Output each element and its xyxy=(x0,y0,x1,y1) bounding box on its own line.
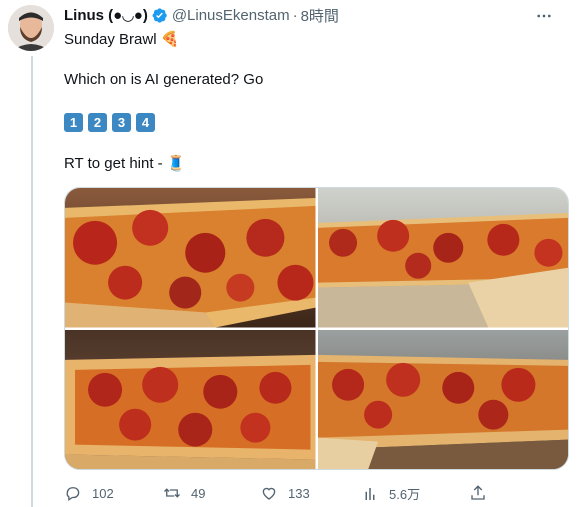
share-button[interactable] xyxy=(469,484,487,502)
views-count: 5.6万 xyxy=(389,487,421,502)
author-handle[interactable]: @LinusEkenstam xyxy=(172,7,290,24)
avatar[interactable] xyxy=(8,5,54,51)
keycap-3: 3 xyxy=(112,113,131,132)
retweet-button[interactable]: 49 xyxy=(163,484,205,502)
tweet-text-line-1: Sunday Brawl 🍕 xyxy=(64,31,180,48)
media-image-2[interactable] xyxy=(317,188,568,328)
retweet-icon xyxy=(164,488,180,498)
media-image-4[interactable] xyxy=(317,329,568,469)
author-name[interactable]: Linus (●◡●) xyxy=(64,6,148,24)
keycap-4: 4 xyxy=(136,113,155,132)
tweet-text-line-4: RT to get hint - 🧵 xyxy=(64,155,186,172)
more-icon[interactable] xyxy=(535,5,553,25)
tweet-action-bar: 102 49 133 5.6万 xyxy=(64,484,504,504)
heart-icon xyxy=(262,487,276,500)
keycap-emoji-row: 1 2 3 4 xyxy=(64,113,155,132)
reply-icon xyxy=(66,487,80,502)
media-image-3[interactable] xyxy=(65,329,316,469)
media-grid xyxy=(64,187,569,470)
separator-dot: · xyxy=(292,6,298,24)
reply-count: 102 xyxy=(92,485,114,501)
share-icon xyxy=(471,485,485,500)
like-button[interactable]: 133 xyxy=(260,484,310,502)
keycap-1: 1 xyxy=(64,113,83,132)
like-count: 133 xyxy=(288,485,310,501)
tweet-text-line-2: Which on is AI generated? Go xyxy=(64,71,264,88)
retweet-count: 49 xyxy=(191,485,206,501)
views-button[interactable]: 5.6万 xyxy=(361,484,420,503)
reply-button[interactable]: 102 xyxy=(64,484,114,502)
tweet-header: Linus (●◡●) @LinusEkenstam · 8時間 xyxy=(64,5,567,25)
verified-badge-icon xyxy=(151,7,168,24)
views-icon xyxy=(365,487,375,500)
thread-connector-line xyxy=(31,56,33,507)
avatar-photo xyxy=(8,5,54,51)
tweet-timestamp[interactable]: 8時間 xyxy=(301,5,339,26)
media-image-1[interactable] xyxy=(65,188,316,328)
keycap-2: 2 xyxy=(88,113,107,132)
